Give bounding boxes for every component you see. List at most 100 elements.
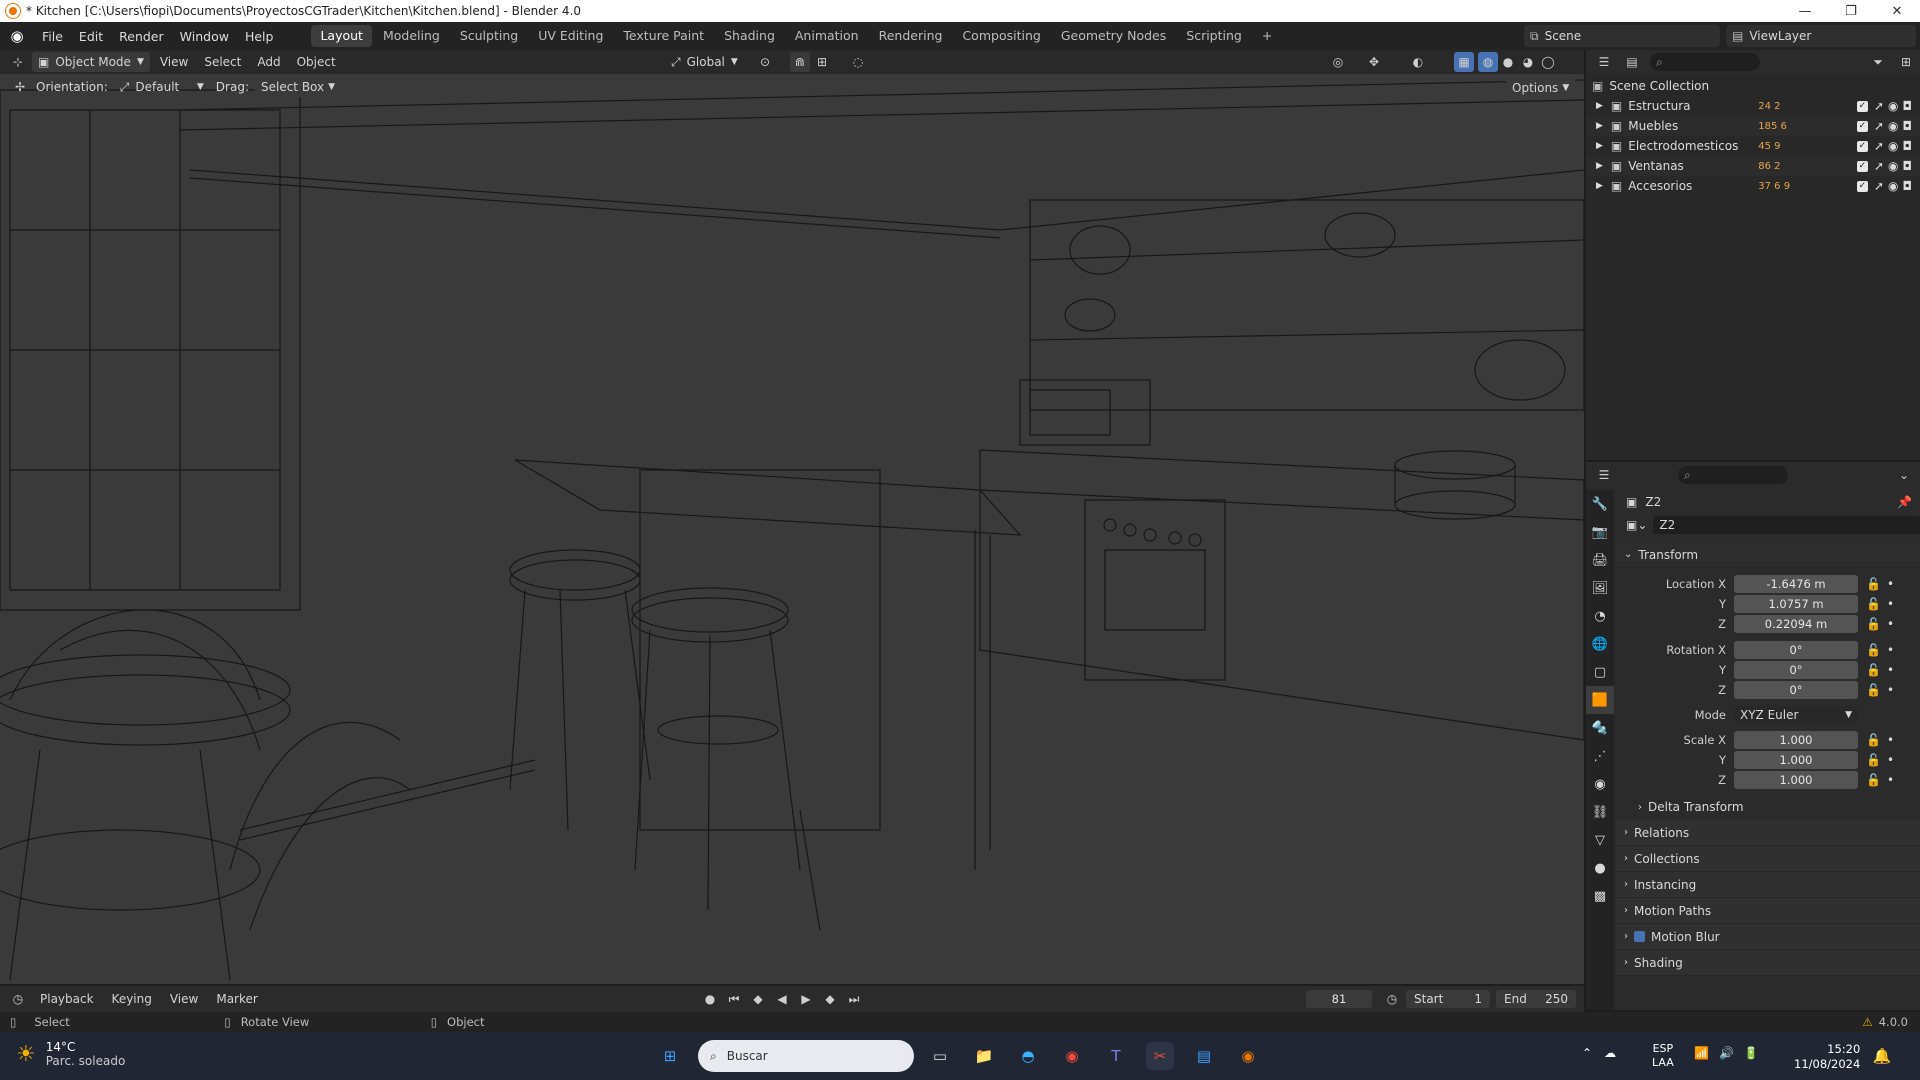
view-layer-tab-icon[interactable]: 🖼 <box>1586 574 1614 602</box>
expand-arrow-icon[interactable]: ▶ <box>1596 141 1603 151</box>
gizmo-icon[interactable]: ✥ <box>1364 52 1384 72</box>
object-name-field[interactable]: Z2 <box>1653 516 1920 534</box>
scale-x-field[interactable]: 1.000 <box>1734 731 1858 749</box>
tab-compositing[interactable]: Compositing <box>953 25 1049 47</box>
tab-layout[interactable]: Layout <box>311 25 372 47</box>
quick-settings[interactable]: 📶 🔊 🔋 <box>1694 1046 1759 1060</box>
xray-icon[interactable]: ▦ <box>1454 52 1474 72</box>
edge-icon[interactable]: ◓ <box>1014 1042 1042 1070</box>
select-arrow-icon[interactable]: ➚ <box>1874 179 1884 193</box>
outliner-collection-row[interactable]: ▶ ▣ Ventanas 86 2 ✓ ➚ ◉ ◘ <box>1586 156 1920 176</box>
next-keyframe-icon[interactable]: ◆ <box>820 989 840 1009</box>
scene-collection-row[interactable]: ▣ Scene Collection <box>1586 76 1920 96</box>
editor-type-icon[interactable]: ☰ <box>1594 52 1614 72</box>
eye-icon[interactable]: ◉ <box>1888 119 1898 133</box>
menu-edit[interactable]: Edit <box>71 29 111 44</box>
prev-keyframe-icon[interactable]: ◆ <box>748 989 768 1009</box>
menu-keying[interactable]: Keying <box>106 989 158 1009</box>
display-mode-icon[interactable]: ▤ <box>1622 52 1642 72</box>
blender-menu-icon[interactable]: ◉ <box>0 27 34 45</box>
outliner-collection-row[interactable]: ▶ ▣ Estructura 24 2 ✓ ➚ ◉ ◘ <box>1586 96 1920 116</box>
notification-bell-icon[interactable]: 🔔 <box>1868 1042 1896 1070</box>
lock-icon[interactable]: 🔓 <box>1866 617 1881 631</box>
exclude-checkbox[interactable]: ✓ <box>1856 140 1868 152</box>
proportional-edit-icon[interactable]: ◌ <box>848 52 868 72</box>
clock[interactable]: 15:20 11/08/2024 <box>1794 1042 1860 1072</box>
select-arrow-icon[interactable]: ➚ <box>1874 119 1884 133</box>
snap-icon[interactable]: ⋒ <box>790 52 810 72</box>
weather-widget[interactable]: ☀ 14°C Parc. soleado <box>16 1040 125 1068</box>
menu-select[interactable]: Select <box>198 52 247 72</box>
exclude-checkbox[interactable]: ✓ <box>1856 120 1868 132</box>
outliner-collection-row[interactable]: ▶ ▣ Muebles 185 6 ✓ ➚ ◉ ◘ <box>1586 116 1920 136</box>
eye-icon[interactable]: ◉ <box>1888 139 1898 153</box>
add-workspace-icon[interactable]: + <box>1253 25 1281 47</box>
texture-tab-icon[interactable]: ▩ <box>1586 882 1614 910</box>
end-frame-field[interactable]: End 250 <box>1496 990 1576 1008</box>
keyframe-dot-icon[interactable]: • <box>1887 617 1894 631</box>
lock-icon[interactable]: 🔓 <box>1866 773 1881 787</box>
viewlayer-selector[interactable]: ▤ ViewLayer <box>1726 25 1916 47</box>
menu-marker[interactable]: Marker <box>210 989 263 1009</box>
solid-shading-icon[interactable]: ● <box>1498 52 1518 72</box>
eye-icon[interactable]: ◉ <box>1888 179 1898 193</box>
delta-transform-subpanel[interactable]: › Delta Transform <box>1616 794 1920 820</box>
snipping-tool-icon[interactable]: ✂ <box>1146 1042 1174 1070</box>
menu-view[interactable]: View <box>154 52 194 72</box>
menu-playback[interactable]: Playback <box>34 989 100 1009</box>
taskbar-search[interactable]: ⌕ Buscar <box>698 1040 914 1072</box>
orientation-selector[interactable]: ⤢ Default ▼ <box>114 77 210 97</box>
menu-object[interactable]: Object <box>291 52 342 72</box>
onedrive-icon[interactable]: ☁ <box>1604 1046 1616 1060</box>
world-tab-icon[interactable]: 🌐 <box>1586 630 1614 658</box>
rotation-mode-dropdown[interactable]: XYZ Euler ▼ <box>1734 706 1858 724</box>
lock-icon[interactable]: 🔓 <box>1866 753 1881 767</box>
editor-type-icon[interactable]: ☰ <box>1594 465 1614 485</box>
jump-end-icon[interactable]: ⏭ <box>844 989 864 1009</box>
tab-scripting[interactable]: Scripting <box>1177 25 1251 47</box>
jump-start-icon[interactable]: ⏮ <box>724 989 744 1009</box>
move-tool-icon[interactable]: ✢ <box>10 77 30 97</box>
camera-icon[interactable]: ◘ <box>1903 159 1913 173</box>
rotation-y-field[interactable]: 0° <box>1734 661 1858 679</box>
tab-animation[interactable]: Animation <box>786 25 868 47</box>
select-arrow-icon[interactable]: ➚ <box>1874 159 1884 173</box>
camera-icon[interactable]: ◘ <box>1903 139 1913 153</box>
play-icon[interactable]: ▶ <box>796 989 816 1009</box>
menu-help[interactable]: Help <box>237 29 282 44</box>
tab-geometry-nodes[interactable]: Geometry Nodes <box>1052 25 1175 47</box>
close-button[interactable]: ✕ <box>1874 0 1920 22</box>
rotation-z-field[interactable]: 0° <box>1734 681 1858 699</box>
eye-icon[interactable]: ◉ <box>1888 99 1898 113</box>
keyframe-dot-icon[interactable]: • <box>1887 597 1894 611</box>
keyframe-dot-icon[interactable]: • <box>1887 663 1894 677</box>
minimize-button[interactable]: — <box>1782 0 1828 22</box>
outliner-collection-row[interactable]: ▶ ▣ Accesorios 37 6 9 ✓ ➚ ◉ ◘ <box>1586 176 1920 196</box>
location-x-field[interactable]: -1.6476 m <box>1734 575 1858 593</box>
outliner-collection-row[interactable]: ▶ ▣ Electrodomesticos 45 9 ✓ ➚ ◉ ◘ <box>1586 136 1920 156</box>
transform-panel-header[interactable]: ⌄ Transform <box>1616 542 1920 568</box>
drag-selector[interactable]: Select Box ▼ <box>254 77 342 97</box>
modifier-tab-icon[interactable]: 🔩 <box>1586 714 1614 742</box>
menu-add[interactable]: Add <box>251 52 286 72</box>
output-tab-icon[interactable]: 🖨 <box>1586 546 1614 574</box>
panel-motion-blur[interactable]: › Motion Blur <box>1616 924 1920 950</box>
tool-tab-icon[interactable]: 🔧 <box>1586 490 1614 518</box>
record-icon[interactable]: ● <box>700 989 720 1009</box>
lock-icon[interactable]: 🔓 <box>1866 663 1881 677</box>
select-arrow-icon[interactable]: ➚ <box>1874 139 1884 153</box>
pivot-icon[interactable]: ⊙ <box>755 52 775 72</box>
lock-icon[interactable]: 🔓 <box>1866 643 1881 657</box>
mode-selector[interactable]: ▣ Object Mode ▼ <box>32 52 150 72</box>
lock-icon[interactable]: 🔓 <box>1866 683 1881 697</box>
menu-window[interactable]: Window <box>172 29 237 44</box>
rotation-x-field[interactable]: 0° <box>1734 641 1858 659</box>
menu-view[interactable]: View <box>164 989 204 1009</box>
keyframe-dot-icon[interactable]: • <box>1887 643 1894 657</box>
task-view-icon[interactable]: ▭ <box>926 1042 954 1070</box>
physics-tab-icon[interactable]: ◉ <box>1586 770 1614 798</box>
lock-icon[interactable]: 🔓 <box>1866 733 1881 747</box>
constraints-tab-icon[interactable]: ⛓ <box>1586 798 1614 826</box>
tab-sculpting[interactable]: Sculpting <box>451 25 527 47</box>
panel-motion-paths[interactable]: › Motion Paths <box>1616 898 1920 924</box>
